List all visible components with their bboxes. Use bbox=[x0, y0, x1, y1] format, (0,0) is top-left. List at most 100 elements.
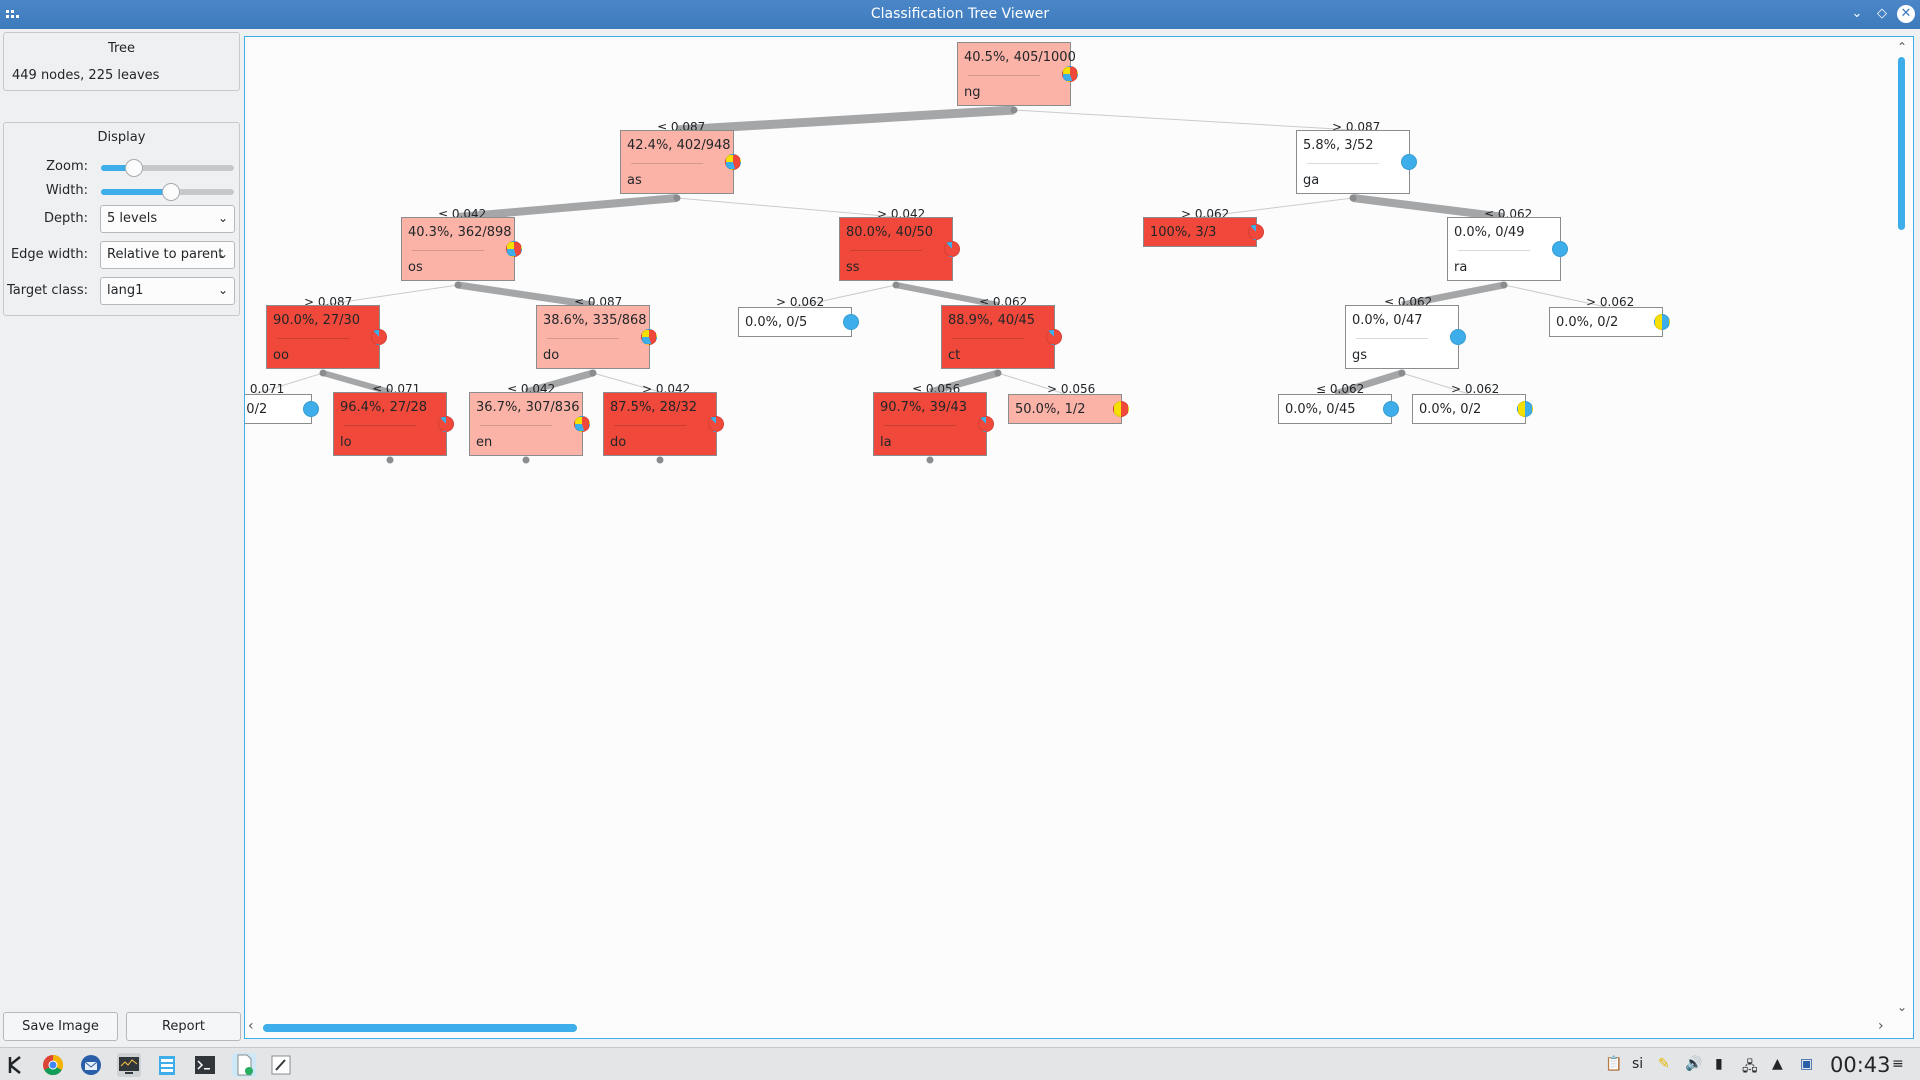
zoom-slider-handle[interactable] bbox=[125, 159, 144, 177]
node-expand-dot[interactable] bbox=[454, 281, 462, 289]
depth-select[interactable]: 5 levels ⌄ bbox=[100, 205, 235, 233]
save-image-button[interactable]: Save Image bbox=[3, 1012, 118, 1041]
node-stats: 38.6%, 335/868 bbox=[543, 313, 647, 328]
tree-node[interactable]: 0.0%, 0/2 bbox=[1412, 394, 1533, 424]
tree-edge bbox=[676, 105, 1015, 135]
node-expand-dot[interactable] bbox=[1349, 194, 1357, 202]
tree-node[interactable]: 88.9%, 40/45 ct bbox=[941, 305, 1062, 369]
class-distribution-pie-icon bbox=[1401, 154, 1417, 170]
system-monitor-icon[interactable] bbox=[117, 1053, 141, 1077]
node-stats: 0.0%, 0/2 bbox=[245, 402, 268, 417]
thunderbird-icon[interactable] bbox=[79, 1053, 103, 1077]
node-expand-dot[interactable] bbox=[1010, 106, 1018, 114]
tree-node[interactable]: 90.7%, 39/43 la bbox=[873, 392, 994, 456]
tree-edge bbox=[676, 197, 897, 218]
target-class-label: Target class: bbox=[6, 283, 88, 298]
node-stats: 90.7%, 39/43 bbox=[880, 400, 968, 415]
volume-icon[interactable]: 🔊 bbox=[1685, 1056, 1702, 1072]
tree-edge bbox=[457, 194, 678, 221]
vertical-scroll-thumb[interactable] bbox=[1898, 57, 1905, 230]
tree-node[interactable]: 0.0%, 0/47 gs bbox=[1345, 305, 1466, 369]
node-split-attribute: ra bbox=[1454, 260, 1468, 275]
node-expand-dot[interactable] bbox=[673, 194, 681, 202]
edge-width-select[interactable]: Relative to parent ⌄ bbox=[100, 241, 235, 269]
tree-node[interactable]: 0.0%, 0/5 bbox=[738, 307, 859, 337]
tree-node[interactable]: 100%, 3/3 bbox=[1143, 217, 1264, 247]
text-editor-icon[interactable] bbox=[269, 1053, 293, 1077]
node-expand-dot[interactable] bbox=[656, 456, 664, 464]
horizontal-scroll-thumb[interactable] bbox=[263, 1024, 577, 1032]
tray-expand-icon[interactable]: ▲ bbox=[1772, 1056, 1783, 1072]
clock: 00:43 bbox=[1830, 1053, 1891, 1077]
tree-node[interactable]: 96.4%, 27/28 lo bbox=[333, 392, 454, 456]
keyboard-layout[interactable]: si bbox=[1632, 1056, 1643, 1072]
node-expand-dot[interactable] bbox=[994, 369, 1002, 377]
tree-node[interactable]: 42.4%, 402/948 as bbox=[620, 130, 741, 194]
tree-node[interactable]: 0.0%, 0/49 ra bbox=[1447, 217, 1568, 281]
battery-icon[interactable]: ▮ bbox=[1715, 1056, 1723, 1072]
kde-menu-icon[interactable] bbox=[4, 1053, 28, 1077]
menu-icon[interactable]: ≡ bbox=[1892, 1056, 1904, 1072]
tree-node[interactable]: 40.3%, 362/898 os bbox=[401, 217, 522, 281]
node-split-attribute: do bbox=[543, 348, 560, 363]
target-class-select[interactable]: lang1 ⌄ bbox=[100, 277, 235, 305]
tree-edge bbox=[1352, 194, 1505, 221]
node-split-attribute: ga bbox=[1303, 173, 1320, 188]
scroll-right-icon[interactable]: › bbox=[1878, 1018, 1884, 1034]
node-stats: 36.7%, 307/836 bbox=[476, 400, 580, 415]
tree-node[interactable]: 50.0%, 1/2 bbox=[1008, 394, 1129, 424]
scroll-up-icon[interactable]: ⌃ bbox=[1895, 40, 1909, 54]
tree-node[interactable]: 90.0%, 27/30 oo bbox=[266, 305, 387, 369]
class-distribution-pie-icon bbox=[1113, 401, 1129, 417]
tree-node[interactable]: 0.0%, 0/2 bbox=[245, 394, 319, 424]
tree-node[interactable]: 40.5%, 405/1000 ng bbox=[957, 42, 1078, 106]
zoom-slider[interactable] bbox=[101, 159, 234, 177]
window-title: Classification Tree Viewer bbox=[870, 6, 1050, 22]
node-expand-dot[interactable] bbox=[386, 456, 394, 464]
tree-node[interactable]: 80.0%, 40/50 ss bbox=[839, 217, 960, 281]
node-expand-dot[interactable] bbox=[589, 369, 597, 377]
tree-node[interactable]: 0.0%, 0/45 bbox=[1278, 394, 1399, 424]
horizontal-scrollbar[interactable]: ‹ › bbox=[246, 1018, 1890, 1034]
class-distribution-pie-icon bbox=[1046, 329, 1062, 345]
tree-node[interactable]: 38.6%, 335/868 do bbox=[536, 305, 657, 369]
files-icon[interactable] bbox=[155, 1053, 179, 1077]
report-button[interactable]: Report bbox=[126, 1012, 241, 1041]
chrome-icon[interactable] bbox=[41, 1053, 65, 1077]
tree-node[interactable]: 0.0%, 0/2 bbox=[1549, 307, 1670, 337]
scroll-down-icon[interactable]: ⌄ bbox=[1895, 1000, 1909, 1014]
node-stats: 0.0%, 0/2 bbox=[1419, 402, 1482, 417]
class-distribution-pie-icon bbox=[843, 314, 859, 330]
width-slider-handle[interactable] bbox=[162, 183, 181, 201]
class-distribution-pie-icon bbox=[944, 241, 960, 257]
node-split-attribute: do bbox=[610, 435, 627, 450]
terminal-icon[interactable] bbox=[193, 1053, 217, 1077]
class-distribution-pie-icon bbox=[574, 416, 590, 432]
node-separator bbox=[480, 425, 552, 426]
node-separator bbox=[850, 250, 922, 251]
tree-node[interactable]: 87.5%, 28/32 do bbox=[603, 392, 724, 456]
edge-width-label: Edge width: bbox=[10, 247, 88, 262]
notes-icon[interactable]: ✎ bbox=[1658, 1056, 1670, 1072]
node-stats: 5.8%, 3/52 bbox=[1303, 138, 1374, 153]
document-viewer-icon[interactable] bbox=[232, 1053, 256, 1077]
width-slider[interactable] bbox=[101, 183, 234, 201]
display-icon[interactable]: ▣ bbox=[1800, 1056, 1813, 1072]
scroll-left-icon[interactable]: ‹ bbox=[248, 1018, 254, 1034]
tree-node[interactable]: 5.8%, 3/52 ga bbox=[1296, 130, 1417, 194]
minimize-icon[interactable]: ⌄ bbox=[1848, 5, 1866, 23]
tree-canvas[interactable]: ≤ 0.087 > 0.087 ≤ 0.042 > 0.042 > 0.062 ≤ 0.0… bbox=[244, 36, 1914, 1039]
node-expand-dot[interactable] bbox=[522, 456, 530, 464]
clipboard-icon[interactable]: 📋 bbox=[1605, 1056, 1622, 1072]
vertical-scrollbar[interactable]: ⌃ ⌄ bbox=[1894, 40, 1908, 1015]
width-slider-fill bbox=[101, 189, 172, 195]
maximize-icon[interactable]: ◇ bbox=[1873, 5, 1891, 23]
node-expand-dot[interactable] bbox=[926, 456, 934, 464]
close-icon[interactable]: ✕ bbox=[1897, 5, 1915, 23]
node-expand-dot[interactable] bbox=[1500, 281, 1508, 289]
network-icon[interactable]: 🖧 bbox=[1742, 1056, 1758, 1080]
tree-node[interactable]: 36.7%, 307/836 en bbox=[469, 392, 590, 456]
node-expand-dot[interactable] bbox=[319, 369, 327, 377]
node-expand-dot[interactable] bbox=[1398, 369, 1406, 377]
node-expand-dot[interactable] bbox=[892, 281, 900, 289]
